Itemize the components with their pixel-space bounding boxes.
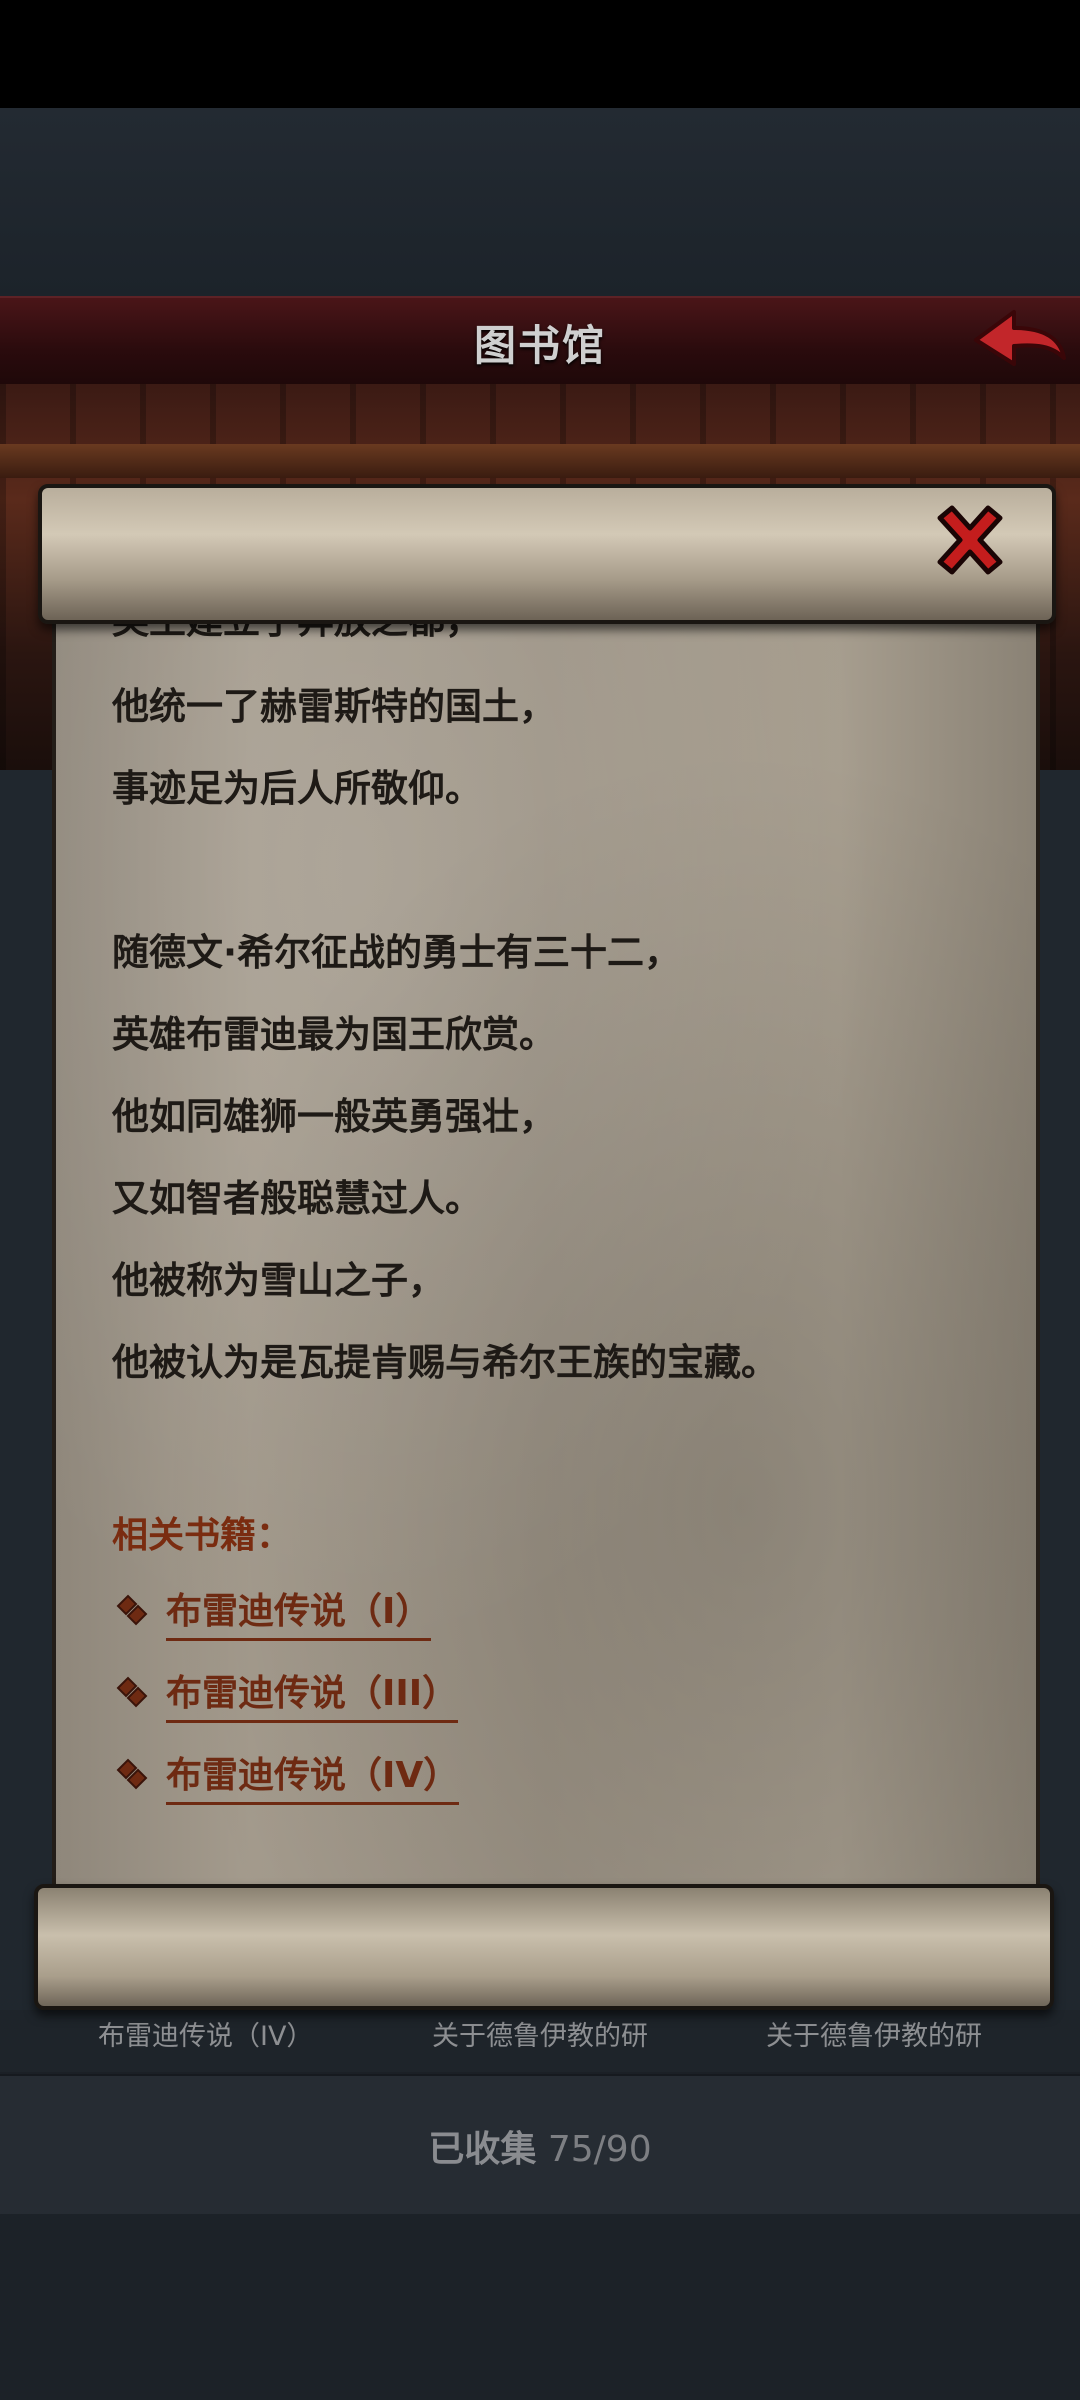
close-button[interactable]	[930, 500, 1010, 580]
background-bottom	[0, 2214, 1080, 2400]
text-line-10: 他被认为是瓦提肯赐与希尔王族的宝藏。	[112, 1341, 778, 1384]
related-book-title[interactable]: 布雷迪传说（I）	[166, 1582, 432, 1641]
scroll-text-area[interactable]: 英王建立了奔放之都， 他统一了赫雷斯特的国土， 事迹足为后人所敬仰。 随德文·希…	[112, 600, 1012, 1880]
related-book-link-1[interactable]: 布雷迪传说（I）	[112, 1582, 432, 1641]
book-link-icon	[116, 1676, 148, 1707]
back-button[interactable]	[970, 300, 1070, 380]
text-line-8: 又如智者般聪慧过人。	[112, 1177, 482, 1220]
tab-book-1[interactable]: 布雷迪传说（IV）	[98, 2014, 313, 2053]
close-x-icon	[937, 505, 1003, 575]
scroll-bottom-roll	[34, 1884, 1054, 2010]
related-book-title[interactable]: 布雷迪传说（III）	[166, 1664, 459, 1723]
book-link-icon	[116, 1594, 148, 1625]
related-book-link-2[interactable]: 布雷迪传说（III）	[112, 1664, 459, 1723]
scroll-top-roll	[38, 484, 1056, 624]
text-line-3: 事迹足为后人所敬仰。	[112, 767, 482, 810]
book-link-icon	[116, 1758, 148, 1789]
ceiling-beam	[0, 444, 1080, 478]
tab-book-2[interactable]: 关于德鲁伊教的研	[432, 2014, 648, 2053]
related-books-heading: 相关书籍：	[112, 1515, 293, 1556]
title-bar: 图书馆	[0, 296, 1080, 389]
text-line-2: 他统一了赫雷斯特的国土，	[112, 685, 556, 728]
collection-panel: 已收集 75/90	[0, 2074, 1080, 2216]
related-book-link-3[interactable]: 布雷迪传说（IV）	[112, 1746, 460, 1805]
collected-value: 75/90	[547, 2129, 652, 2170]
page-title: 图书馆	[473, 321, 606, 370]
text-line-7: 他如同雄狮一般英勇强壮，	[112, 1095, 556, 1138]
tab-book-3[interactable]: 关于德鲁伊教的研	[766, 2014, 982, 2053]
text-line-6: 英雄布雷迪最为国王欣赏。	[112, 1013, 556, 1056]
text-line-9: 他被称为雪山之子，	[112, 1259, 445, 1302]
text-line-5: 随德文·希尔征战的勇士有三十二，	[112, 931, 682, 974]
collection-count: 已收集 75/90	[0, 2120, 1080, 2172]
collected-label: 已收集	[428, 2129, 537, 2170]
status-bar	[0, 0, 1080, 108]
background-top	[0, 108, 1080, 298]
related-book-title[interactable]: 布雷迪传说（IV）	[166, 1746, 460, 1805]
back-arrow-icon	[974, 310, 1066, 366]
